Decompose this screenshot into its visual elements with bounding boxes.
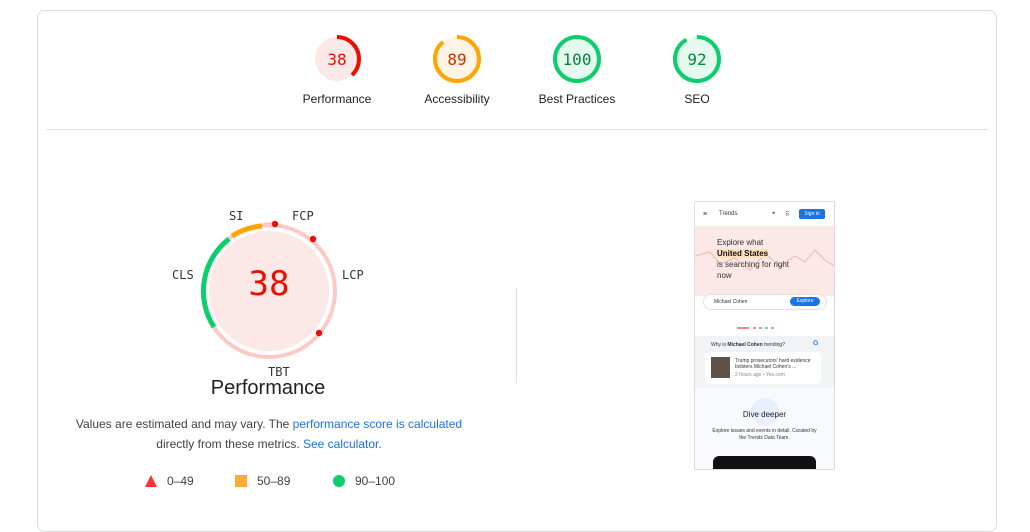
legend-fail: 0–49 (145, 474, 194, 488)
final-screenshot[interactable]: ≡ Trends ⌖ ⠿ Sign in Explore what United… (694, 201, 835, 470)
metric-label-cls: CLS (172, 268, 194, 282)
legend-pass-label: 90–100 (355, 474, 396, 488)
apps-icon: ⠿ (785, 212, 790, 218)
see-calculator-link[interactable]: See calculator (303, 437, 378, 451)
performance-big-gauge: 38 (178, 200, 360, 382)
screenshot-trending-section: Why is Michael Cohen trending? G Trump p… (695, 336, 834, 388)
metric-label-fcp: FCP (292, 209, 314, 223)
performance-score-calculated-link[interactable]: performance score is calculated (293, 417, 462, 431)
gauge-performance[interactable]: 38 Performance (277, 34, 397, 106)
hero-line-1: Explore what (717, 238, 764, 247)
screenshot-news-card: Trump prosecutors' hard evidence bolster… (705, 352, 821, 384)
seo-score: 92 (687, 50, 707, 69)
triangle-icon (145, 475, 157, 487)
legend-pass: 90–100 (333, 474, 395, 488)
performance-description: Values are estimated and may vary. The p… (60, 414, 478, 454)
dive-image (713, 456, 816, 469)
accessibility-score: 89 (447, 50, 467, 69)
description-text-2: directly from these metrics. (156, 437, 303, 451)
screenshot-app-name: Trends (719, 211, 738, 217)
dive-title: Dive deeper (742, 410, 787, 419)
screenshot-header: ≡ Trends ⌖ ⠿ Sign in (695, 202, 834, 226)
square-icon (235, 475, 247, 487)
section-divider (46, 129, 988, 130)
performance-label: Performance (302, 92, 372, 106)
dive-desc-2: the Trends Data Team. (739, 435, 790, 441)
best-practices-label: Best Practices (538, 92, 616, 106)
news-line-2: bolsters Michael Cohen's ... (735, 364, 797, 370)
circle-icon (333, 475, 345, 487)
legend-average-label: 50–89 (257, 474, 291, 488)
screenshot-dive-section: Dive deeper Explore issues and events in… (695, 388, 834, 469)
category-gauges: 38 Performance 89 Accessibility 100 Best… (0, 0, 1030, 128)
screenshot-signin-button: Sign in (799, 209, 825, 219)
performance-big-score: 38 (248, 264, 290, 304)
description-text-3: . (378, 437, 382, 451)
metric-label-si: SI (229, 209, 244, 223)
screenshot-search-value: Michael Cohen (714, 299, 748, 305)
best-practices-score: 100 (562, 50, 592, 69)
gauge-best-practices[interactable]: 100 Best Practices (517, 34, 637, 106)
lcp-marker (309, 235, 317, 243)
screenshot-explore-button: Explore (790, 297, 820, 306)
seo-label: SEO (684, 92, 710, 106)
metric-label-lcp: LCP (342, 268, 364, 282)
news-meta: 2 hours ago • Yes.com (735, 372, 785, 378)
google-icon: G (813, 340, 819, 347)
news-thumbnail (711, 357, 730, 378)
legend-fail-label: 0–49 (167, 474, 194, 488)
hero-line-2: is searching for right (717, 260, 790, 269)
screenshot-hero: Explore what United States is searching … (695, 226, 834, 296)
screenshot-why-text: Why is Michael Cohen trending? (711, 342, 785, 348)
carousel-dots (737, 326, 777, 330)
menu-icon: ≡ (703, 211, 708, 218)
description-text-1: Values are estimated and may vary. The (75, 417, 293, 431)
accessibility-label: Accessibility (424, 92, 490, 106)
fcp-marker (271, 220, 279, 228)
gauge-seo[interactable]: 92 SEO (637, 34, 757, 106)
vertical-divider (516, 288, 517, 383)
performance-title: Performance (210, 377, 326, 399)
screenshot-search-box: Michael Cohen Explore (703, 294, 827, 310)
tbt-marker (315, 329, 323, 337)
legend-average: 50–89 (235, 474, 290, 488)
gauge-accessibility[interactable]: 89 Accessibility (397, 34, 517, 106)
hero-line-3: now (717, 271, 732, 280)
hero-highlight: United States (717, 249, 769, 258)
dive-desc-1: Explore issues and events in detail. Cur… (712, 428, 817, 434)
location-icon: ⌖ (772, 211, 776, 217)
performance-score: 38 (327, 50, 347, 69)
